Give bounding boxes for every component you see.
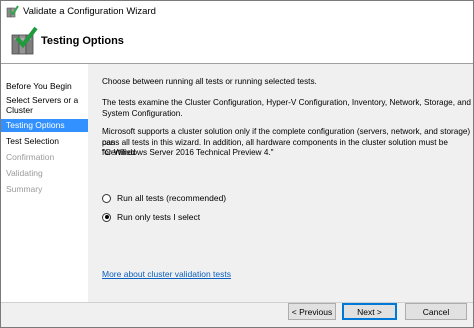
run-all-tests-radio[interactable]	[102, 193, 111, 203]
sidebar-item-label: Testing Options	[6, 120, 65, 130]
cancel-button-label: Cancel	[422, 306, 450, 317]
cancel-button[interactable]: Cancel	[405, 303, 467, 320]
description-line-2: System Configuration.	[102, 108, 183, 118]
next-button-label: Next >	[357, 306, 382, 317]
run-all-tests-label[interactable]: Run all tests (recommended)	[117, 193, 226, 203]
sidebar-item-validating: Validating	[1, 168, 88, 178]
intro-text: Choose between running all tests or runn…	[102, 77, 317, 86]
run-selected-tests-radio[interactable]	[102, 212, 111, 222]
sidebar-item-summary: Summary	[1, 184, 88, 194]
next-button[interactable]: Next >	[342, 303, 397, 320]
wizard-steps-sidebar: Before You Begin Select Servers or a Clu…	[1, 64, 88, 302]
previous-button-label: < Previous	[291, 306, 333, 317]
sidebar-item-test-selection[interactable]: Test Selection	[1, 136, 88, 146]
sidebar-item-label: Summary	[6, 184, 43, 194]
run-all-tests-option[interactable]: Run all tests (recommended)	[102, 192, 226, 204]
content-panel: Choose between running all tests or runn…	[88, 64, 473, 302]
wizard-window: Validate a Configuration Wizard Testing …	[0, 0, 474, 328]
cluster-validation-help-link[interactable]: More about cluster validation tests	[102, 269, 231, 279]
sidebar-item-label: Confirmation	[6, 152, 55, 162]
sidebar-item-select-servers[interactable]: Select Servers or a Cluster	[1, 95, 88, 115]
previous-button[interactable]: < Previous	[288, 303, 336, 320]
description-line-1: The tests examine the Cluster Configurat…	[102, 98, 471, 107]
sidebar-item-label: Before You Begin	[6, 81, 72, 91]
support-line-3: for Windows Server 2016 Technical Previe…	[102, 148, 274, 157]
cluster-checkmark-icon	[9, 26, 39, 56]
sidebar-item-before-you-begin[interactable]: Before You Begin	[1, 81, 88, 91]
sidebar-item-testing-options[interactable]: Testing Options	[1, 119, 88, 132]
sidebar-item-confirmation: Confirmation	[1, 152, 88, 162]
window-title: Validate a Configuration Wizard	[23, 6, 156, 17]
sidebar-item-label: Select Servers or a	[6, 95, 79, 105]
sidebar-item-label: Test Selection	[6, 136, 59, 146]
run-selected-tests-option[interactable]: Run only tests I select	[102, 211, 200, 223]
title-bar[interactable]: Validate a Configuration Wizard	[1, 1, 473, 23]
wizard-footer: < Previous Next > Cancel	[1, 303, 473, 327]
page-title: Testing Options	[41, 35, 124, 47]
sidebar-item-label: Validating	[6, 168, 43, 178]
page-header: Testing Options	[1, 23, 473, 61]
sidebar-item-label-line2: Cluster	[6, 105, 33, 115]
cluster-validation-icon	[6, 5, 19, 18]
run-selected-tests-label[interactable]: Run only tests I select	[117, 212, 200, 222]
